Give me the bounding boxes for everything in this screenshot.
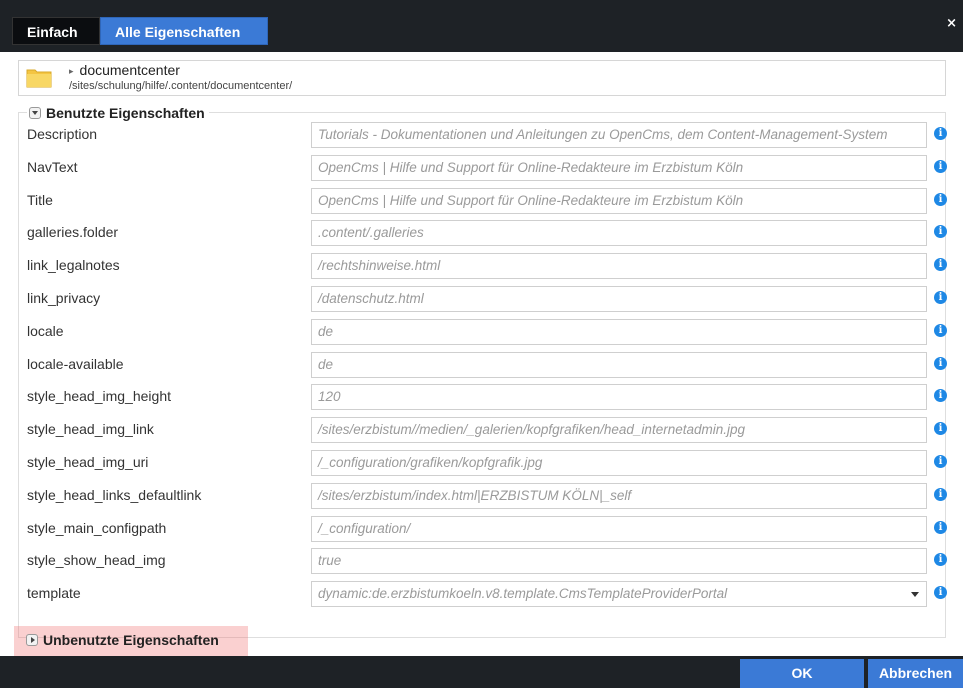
property-input[interactable]: true: [311, 548, 927, 575]
folder-icon: [26, 69, 52, 88]
info-icon[interactable]: i: [934, 192, 947, 206]
info-icon[interactable]: i: [934, 159, 947, 173]
used-properties-section: Benutzte Eigenschaften Description Tutori…: [18, 104, 947, 638]
resource-info: ▸ documentcenter /sites/schulung/hilfe/.c…: [18, 60, 946, 96]
property-value: OpenCms | Hilfe und Support für Online-R…: [318, 192, 744, 208]
info-icon[interactable]: i: [934, 323, 947, 337]
property-value: /datenschutz.html: [318, 291, 424, 306]
property-name: style_head_img_link: [27, 421, 154, 438]
collapse-toggle-icon[interactable]: [29, 107, 41, 119]
property-row: Description Tutorials - Dokumentationen u…: [19, 119, 947, 151]
property-input[interactable]: /_configuration/grafiken/kopfgrafik.jpg: [311, 450, 927, 476]
property-input[interactable]: /sites/erzbistum//medien/_galerien/kopfg…: [311, 417, 927, 444]
property-value: Tutorials - Dokumentationen und Anleitun…: [318, 127, 888, 142]
info-icon[interactable]: i: [934, 291, 947, 304]
property-value: de: [318, 356, 334, 372]
property-name: galleries.folder: [27, 224, 119, 241]
property-value: OpenCms | Hilfe und Support für Online-R…: [318, 159, 744, 175]
unused-properties-title: Unbenutzte Eigenschaften: [43, 632, 219, 648]
properties-dialog: Einfach Alle Eigenschaften × ▸ documentce…: [0, 0, 963, 688]
unused-properties-toggle[interactable]: Unbenutzte Eigenschaften: [26, 632, 219, 648]
chevron-down-icon[interactable]: [911, 592, 919, 598]
property-name: style_head_img_uri: [27, 454, 149, 470]
property-row: template dynamic:de.erzbistumkoeln.v8.tem…: [19, 578, 947, 610]
property-row: Title OpenCms | Hilfe und Support für Onl…: [19, 185, 947, 217]
info-icon[interactable]: i: [934, 356, 947, 370]
property-name: link_privacy: [27, 290, 101, 306]
property-name: style_head_links_defaultlink: [27, 486, 202, 503]
property-name: link_legalnotes: [27, 257, 120, 274]
property-input[interactable]: .content/.galleries: [311, 220, 927, 247]
property-row: style_head_img_height 120 i: [19, 381, 947, 413]
property-value: /sites/erzbistum/index.html|ERZBISTUM KÖ…: [318, 487, 632, 503]
info-icon[interactable]: i: [934, 127, 947, 140]
property-row: galleries.folder .content/.galleries i: [19, 217, 947, 249]
info-icon[interactable]: i: [934, 225, 947, 239]
cancel-button[interactable]: Abbrechen: [868, 659, 963, 688]
info-icon[interactable]: i: [934, 455, 947, 468]
resource-name: documentcenter: [79, 62, 180, 78]
property-row: style_head_img_link/sites/erzbistum//med…: [19, 414, 947, 446]
expand-arrow-icon[interactable]: ▸: [69, 66, 74, 76]
resource-path: /sites/schulung/hilfe/.content/documentc…: [69, 80, 293, 92]
property-input[interactable]: Tutorials - Dokumentationen und Anleitun…: [311, 122, 927, 148]
property-row: style_head_links_defaultlink/sites/erzbi…: [19, 480, 947, 512]
property-name: style_show_head_img: [27, 552, 166, 569]
property-name: Description: [27, 126, 98, 142]
property-name: template: [27, 585, 81, 602]
property-row: locale de i: [19, 316, 947, 348]
property-input[interactable]: 120: [311, 384, 927, 411]
property-row: link_privacy/datenschutz.html i: [19, 283, 947, 315]
property-name: style_head_img_height: [27, 388, 171, 405]
property-input[interactable]: /sites/erzbistum/index.html|ERZBISTUM KÖ…: [311, 482, 927, 509]
property-input[interactable]: de: [311, 318, 927, 345]
info-icon[interactable]: i: [934, 553, 947, 567]
expand-toggle-icon[interactable]: [26, 634, 38, 646]
property-row: style_main_configpath /_configuration/i: [19, 513, 947, 545]
ok-button[interactable]: OK: [740, 659, 864, 688]
dialog-content: ▸ documentcenter /sites/schulung/hilfe/.c…: [12, 52, 950, 658]
property-input[interactable]: OpenCms | Hilfe und Support für Online-R…: [311, 154, 927, 181]
property-name: Title: [27, 191, 53, 208]
property-row: NavText OpenCms | Hilfe und Support für O…: [19, 152, 947, 184]
info-icon[interactable]: i: [934, 520, 947, 534]
property-row: style_head_img_uri /_configuration/grafik…: [19, 447, 947, 479]
property-name: locale-available: [27, 355, 124, 372]
property-input[interactable]: /rechtshinweise.html: [311, 253, 927, 280]
property-value: /rechtshinweise.html: [318, 258, 441, 274]
property-row: locale-available de i: [19, 349, 947, 381]
property-input[interactable]: /_configuration/: [311, 515, 927, 542]
property-value: /_configuration/: [318, 520, 411, 536]
property-value: true: [318, 553, 342, 569]
info-icon[interactable]: i: [934, 389, 947, 403]
property-row: link_legalnotes/rechtshinweise.html i: [19, 250, 947, 282]
info-icon[interactable]: i: [934, 487, 947, 501]
property-value: 120: [318, 389, 341, 405]
info-icon[interactable]: i: [934, 422, 947, 436]
property-input[interactable]: /datenschutz.html: [311, 286, 927, 312]
tab-alle-eigenschaften[interactable]: Alle Eigenschaften: [100, 17, 268, 45]
dialog-footer: OK Abbrechen: [0, 656, 963, 688]
close-icon[interactable]: ×: [946, 16, 957, 31]
property-name: locale: [27, 322, 64, 339]
property-value: dynamic:de.erzbistumkoeln.v8.template.Cm…: [318, 586, 728, 602]
dialog-header: Einfach Alle Eigenschaften ×: [0, 0, 963, 52]
property-value: /sites/erzbistum//medien/_galerien/kopfg…: [318, 422, 745, 438]
property-select[interactable]: dynamic:de.erzbistumkoeln.v8.template.Cm…: [311, 581, 927, 608]
property-value: /_configuration/grafiken/kopfgrafik.jpg: [318, 455, 543, 470]
property-input[interactable]: OpenCms | Hilfe und Support für Online-R…: [311, 187, 927, 214]
property-value: de: [318, 323, 334, 339]
tab-einfach[interactable]: Einfach: [12, 17, 100, 45]
property-row: style_show_head_img true i: [19, 545, 947, 577]
info-icon[interactable]: i: [934, 258, 947, 272]
property-value: .content/.galleries: [318, 225, 424, 241]
property-input[interactable]: de: [311, 351, 927, 378]
property-name: style_main_configpath: [27, 519, 167, 536]
info-icon[interactable]: i: [934, 586, 947, 600]
property-name: NavText: [27, 158, 78, 175]
